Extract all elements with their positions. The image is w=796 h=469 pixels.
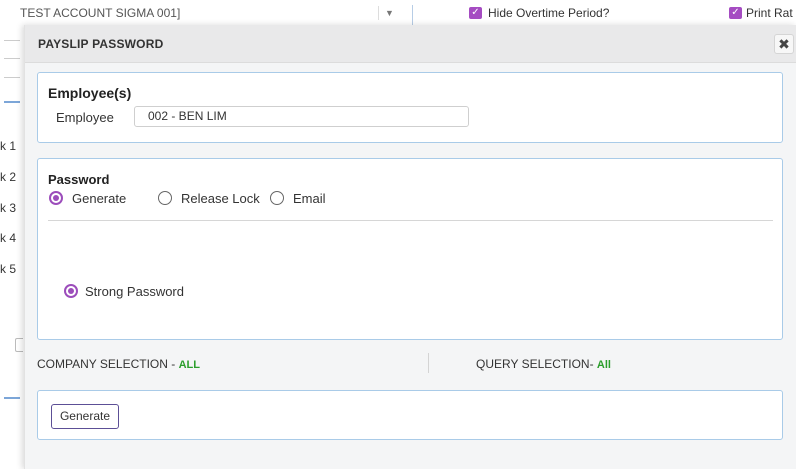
payslip-password-dialog: PAYSLIP PASSWORD ✖ Employee(s) Employee … bbox=[24, 25, 796, 469]
dialog-title: PAYSLIP PASSWORD bbox=[38, 37, 164, 51]
email-radio[interactable] bbox=[270, 191, 284, 205]
generate-option[interactable]: Generate bbox=[49, 188, 126, 208]
background-side-item: k 1 bbox=[0, 139, 17, 153]
release-lock-option[interactable]: Release Lock bbox=[158, 188, 260, 208]
background-side-item: k 3 bbox=[0, 201, 17, 215]
query-selection-value[interactable]: All bbox=[597, 359, 611, 371]
background-divider bbox=[4, 58, 20, 59]
background-divider bbox=[4, 397, 20, 399]
employee-panel: Employee(s) Employee 002 - BEN LIM bbox=[37, 72, 783, 143]
account-dropdown-arrow-icon[interactable]: ▼ bbox=[378, 6, 400, 20]
employee-heading: Employee(s) bbox=[48, 85, 132, 101]
selection-separator bbox=[428, 353, 429, 373]
company-selection-label: COMPANY SELECTION - bbox=[37, 357, 179, 371]
strong-password-label: Strong Password bbox=[85, 283, 184, 299]
password-divider bbox=[48, 220, 773, 221]
generate-button[interactable]: Generate bbox=[51, 404, 119, 429]
employee-label: Employee bbox=[56, 110, 114, 125]
background-side-item: k 5 bbox=[0, 262, 17, 276]
generate-radio[interactable] bbox=[49, 191, 63, 205]
company-selection: COMPANY SELECTION - ALL bbox=[37, 357, 200, 371]
account-select-text[interactable]: TEST ACCOUNT SIGMA 001] bbox=[20, 6, 180, 20]
background-divider bbox=[4, 40, 20, 41]
release-lock-option-label: Release Lock bbox=[181, 190, 260, 206]
dialog-header: PAYSLIP PASSWORD ✖ bbox=[25, 25, 796, 63]
email-option[interactable]: Email bbox=[270, 188, 326, 208]
release-lock-radio[interactable] bbox=[158, 191, 172, 205]
background-side-item: k 4 bbox=[0, 231, 17, 245]
password-panel: Password Generate Release Lock Email Str… bbox=[37, 158, 783, 340]
strong-password-radio[interactable] bbox=[64, 284, 78, 298]
print-rate-label: Print Rat bbox=[746, 6, 793, 20]
print-rate-checkbox[interactable]: ✓ bbox=[729, 7, 742, 19]
company-selection-value[interactable]: ALL bbox=[179, 359, 200, 371]
action-panel: Generate bbox=[37, 390, 783, 440]
background-side-item: k 2 bbox=[0, 170, 17, 184]
password-heading: Password bbox=[48, 172, 110, 187]
background-divider bbox=[4, 77, 20, 78]
toolbar-separator bbox=[412, 5, 413, 25]
close-icon[interactable]: ✖ bbox=[774, 34, 794, 54]
background-divider bbox=[4, 101, 20, 103]
query-selection: QUERY SELECTION- All bbox=[476, 357, 611, 371]
employee-field[interactable]: 002 - BEN LIM bbox=[134, 106, 469, 127]
background-toolbar: TEST ACCOUNT SIGMA 001] ▼ ✓ Hide Overtim… bbox=[0, 0, 796, 26]
strong-password-option[interactable]: Strong Password bbox=[64, 281, 184, 301]
hide-overtime-label: Hide Overtime Period? bbox=[488, 6, 610, 20]
hide-overtime-checkbox[interactable]: ✓ bbox=[469, 7, 482, 19]
generate-option-label: Generate bbox=[72, 190, 127, 206]
email-option-label: Email bbox=[293, 190, 326, 206]
query-selection-label: QUERY SELECTION- bbox=[476, 357, 597, 371]
background-bracket bbox=[15, 338, 23, 352]
